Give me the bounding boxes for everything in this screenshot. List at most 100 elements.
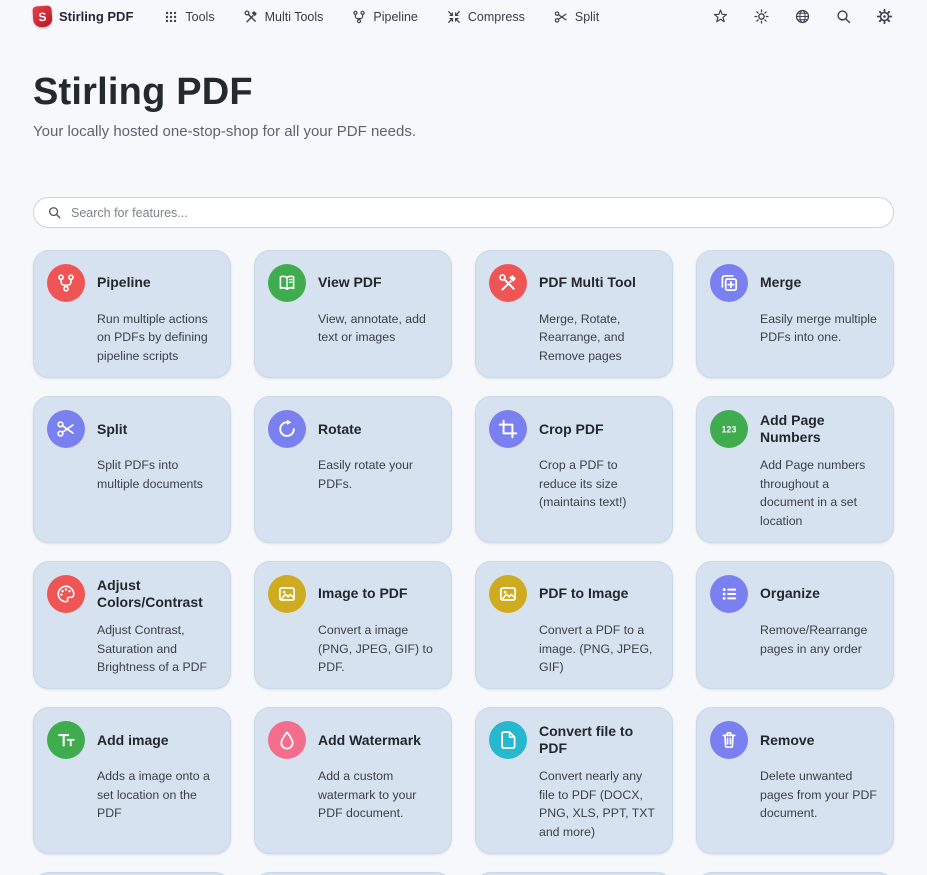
tool-card-view-pdf[interactable]: View PDF View, annotate, add text or ima…: [254, 250, 452, 378]
card-description: Merge, Rotate, Rearrange, and Remove pag…: [539, 310, 658, 365]
card-header: PDF Multi Tool: [489, 264, 658, 302]
nav-item-label: Multi Tools: [265, 10, 324, 24]
tool-card-pipeline[interactable]: Pipeline Run multiple actions on PDFs by…: [33, 250, 231, 378]
tool-card-merge[interactable]: Merge Easily merge multiple PDFs into on…: [696, 250, 894, 378]
tool-card-remove[interactable]: Remove Delete unwanted pages from your P…: [696, 707, 894, 854]
card-description: Remove/Rearrange pages in any order: [760, 621, 879, 658]
card-header: Merge: [710, 264, 879, 302]
card-header: Convert file to PDF: [489, 721, 658, 759]
tool-card-rotate[interactable]: Rotate Easily rotate your PDFs.: [254, 396, 452, 543]
list-icon: [718, 583, 740, 605]
card-description: Adds a image onto a set location on the …: [97, 767, 216, 822]
rotate-icon: [276, 418, 298, 440]
file-icon: [497, 729, 519, 751]
card-description: Convert a PDF to a image. (PNG, JPEG, GI…: [539, 621, 658, 676]
card-description: Easily merge multiple PDFs into one.: [760, 310, 879, 347]
globe-icon: [794, 8, 811, 25]
card-header: Pipeline: [47, 264, 216, 302]
hammer-wrench-icon: [243, 9, 259, 25]
tool-card-crop-pdf[interactable]: Crop PDF Crop a PDF to reduce its size (…: [475, 396, 673, 543]
search-input[interactable]: [71, 206, 879, 220]
card-description: Convert nearly any file to PDF (DOCX, PN…: [539, 767, 658, 841]
text-T-icon: [55, 729, 77, 751]
tool-card-split[interactable]: Split Split PDFs into multiple documents: [33, 396, 231, 543]
card-header: Split: [47, 410, 216, 448]
tools-grid: Pipeline Run multiple actions on PDFs by…: [33, 250, 894, 875]
feature-search-bar[interactable]: [33, 197, 894, 228]
brand-logo[interactable]: S Stirling PDF: [33, 6, 133, 27]
nav-menu: Tools Multi Tools Pipeline Compress Spli…: [163, 9, 599, 25]
stirling-shield-icon: S: [32, 5, 52, 27]
theme-button[interactable]: [752, 8, 770, 26]
card-title: Rotate: [318, 421, 362, 439]
star-icon: [712, 8, 729, 25]
crop-icon: [497, 418, 519, 440]
numbers-123-icon: 123: [718, 418, 740, 440]
book-icon: [276, 272, 298, 294]
card-title: Merge: [760, 274, 801, 292]
card-description: Delete unwanted pages from your PDF docu…: [760, 767, 879, 822]
tool-card-pdf-to-image[interactable]: PDF to Image Convert a PDF to a image. (…: [475, 561, 673, 689]
tool-card-add-watermark[interactable]: Add Watermark Add a custom watermark to …: [254, 707, 452, 854]
tool-card-organize[interactable]: Organize Remove/Rearrange pages in any o…: [696, 561, 894, 689]
merge-icon: [710, 264, 748, 302]
card-title: Convert file to PDF: [539, 723, 658, 758]
nav-item-pipeline[interactable]: Pipeline: [351, 9, 417, 25]
grid-dots-icon: [163, 9, 179, 25]
list-icon: [710, 575, 748, 613]
card-header: Add image: [47, 721, 216, 759]
droplet-icon: [268, 721, 306, 759]
favorites-button[interactable]: [711, 8, 729, 26]
hammer-wrench-icon: [497, 272, 519, 294]
tool-card-adjust-colors-contrast[interactable]: Adjust Colors/Contrast Adjust Contrast, …: [33, 561, 231, 689]
settings-button[interactable]: [875, 8, 893, 26]
tool-card-add-page-numbers[interactable]: 123 Add Page Numbers Add Page numbers th…: [696, 396, 894, 543]
card-header: Remove: [710, 721, 879, 759]
card-title: Adjust Colors/Contrast: [97, 577, 216, 612]
tool-card-add-image[interactable]: Add image Adds a image onto a set locati…: [33, 707, 231, 854]
pipeline-icon: [55, 272, 77, 294]
hammer-wrench-icon: [243, 9, 259, 25]
trash-icon: [710, 721, 748, 759]
scissors-icon: [553, 9, 569, 25]
compress-icon: [446, 9, 462, 25]
card-description: Split PDFs into multiple documents: [97, 456, 216, 493]
navbar: S Stirling PDF Tools Multi Tools Pipelin…: [0, 0, 927, 33]
book-icon: [268, 264, 306, 302]
tool-card-convert-file-to-pdf[interactable]: Convert file to PDF Convert nearly any f…: [475, 707, 673, 854]
main-content: Stirling PDF Your locally hosted one-sto…: [0, 71, 927, 875]
nav-item-split[interactable]: Split: [553, 9, 599, 25]
card-description: Convert a image (PNG, JPEG, GIF) to PDF.: [318, 621, 437, 676]
card-header: Adjust Colors/Contrast: [47, 575, 216, 613]
pipeline-icon: [47, 264, 85, 302]
card-title: Crop PDF: [539, 421, 604, 439]
scissors-icon: [47, 410, 85, 448]
card-header: Image to PDF: [268, 575, 437, 613]
card-title: Add Watermark: [318, 732, 421, 750]
page-subtitle: Your locally hosted one-stop-shop for al…: [33, 123, 894, 140]
tool-card-image-to-pdf[interactable]: Image to PDF Convert a image (PNG, JPEG,…: [254, 561, 452, 689]
palette-icon: [55, 583, 77, 605]
trash-icon: [718, 729, 740, 751]
card-title: Remove: [760, 732, 814, 750]
image-icon: [489, 575, 527, 613]
image-icon: [268, 575, 306, 613]
nav-item-compress[interactable]: Compress: [446, 9, 525, 25]
card-title: Add image: [97, 732, 169, 750]
numbers-123-icon: 123: [710, 410, 748, 448]
page-title: Stirling PDF: [33, 71, 894, 114]
image-icon: [276, 583, 298, 605]
tool-card-pdf-multi-tool[interactable]: PDF Multi Tool Merge, Rotate, Rearrange,…: [475, 250, 673, 378]
search-button[interactable]: [834, 8, 852, 26]
rotate-icon: [268, 410, 306, 448]
card-header: PDF to Image: [489, 575, 658, 613]
hammer-wrench-icon: [489, 264, 527, 302]
nav-item-tools[interactable]: Tools: [163, 9, 214, 25]
nav-item-multi-tools[interactable]: Multi Tools: [243, 9, 324, 25]
card-description: Easily rotate your PDFs.: [318, 456, 437, 493]
card-title: Organize: [760, 585, 820, 603]
nav-actions: [711, 8, 893, 26]
card-title: View PDF: [318, 274, 382, 292]
gear-icon: [876, 8, 893, 25]
language-button[interactable]: [793, 8, 811, 26]
